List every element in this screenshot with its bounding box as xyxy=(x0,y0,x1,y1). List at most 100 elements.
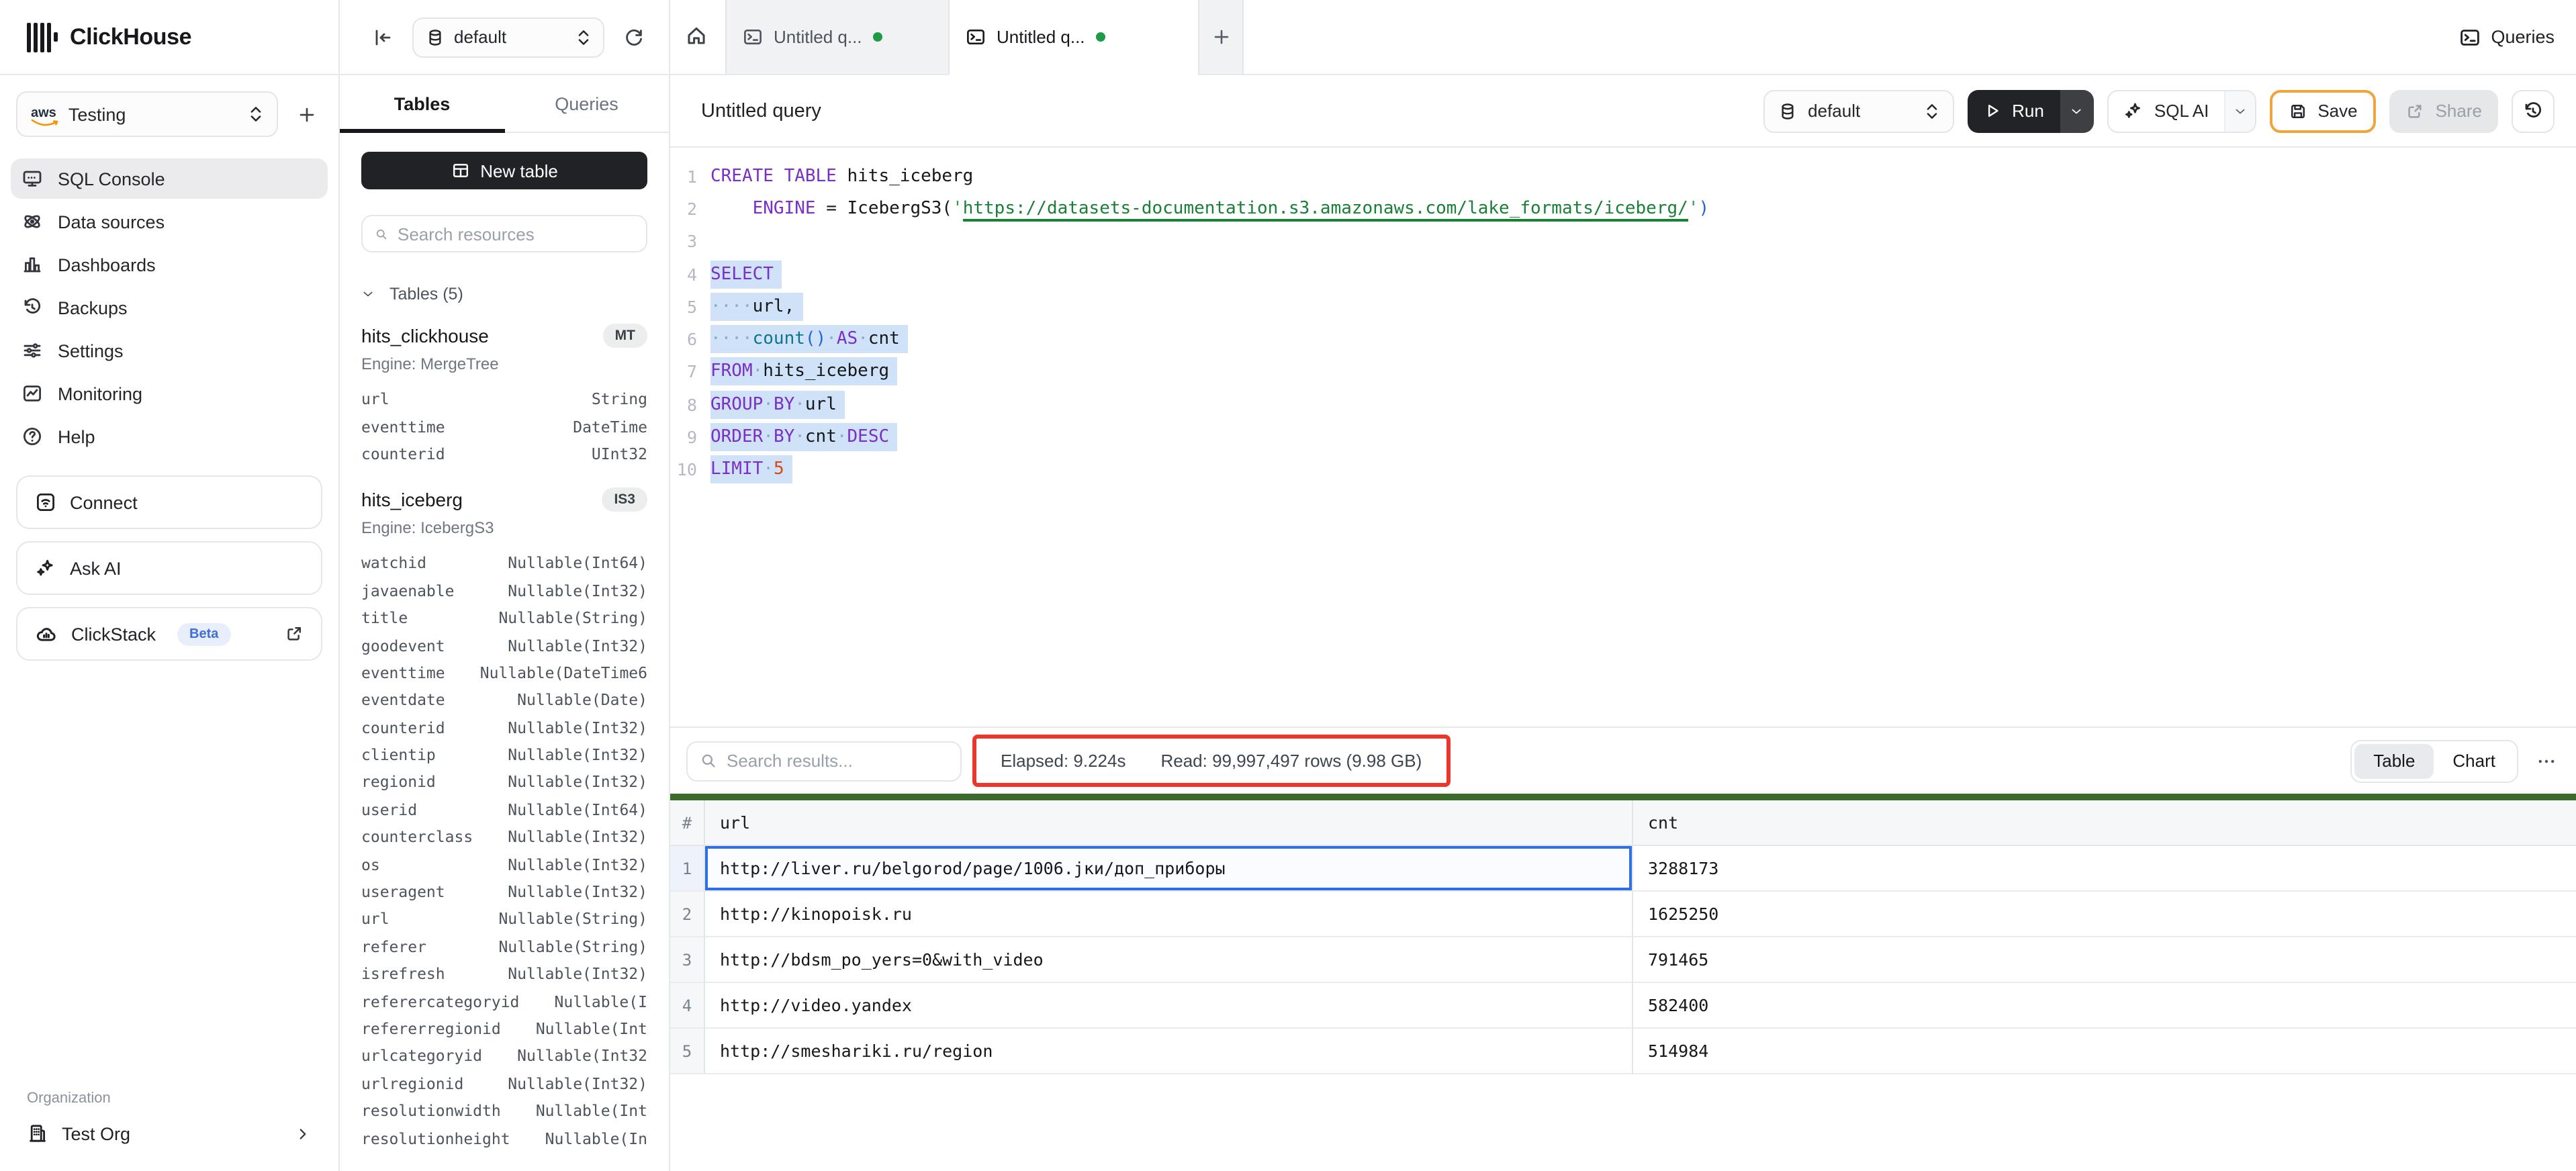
tab-tables[interactable]: Tables xyxy=(340,75,504,132)
tab-untitled-query-2[interactable]: Untitled q... xyxy=(948,0,1198,75)
refresh-icon[interactable] xyxy=(618,21,650,53)
sidebar-item-settings[interactable]: Settings xyxy=(11,330,328,371)
collapse-sidebar-icon[interactable] xyxy=(367,21,399,53)
tables-section-header[interactable]: Tables (5) xyxy=(361,285,647,303)
engine-badge: MT xyxy=(603,324,647,348)
search-resources-input[interactable] xyxy=(398,224,634,244)
cell-url[interactable]: http://liver.ru/belgorod/page/1006.jки/д… xyxy=(705,846,1633,892)
sql-editor[interactable]: 1CREATE TABLE hits_iceberg2 ENGINE = Ice… xyxy=(670,148,2576,727)
queries-button[interactable]: Queries xyxy=(2458,0,2555,74)
cell-cnt[interactable]: 514984 xyxy=(1633,1029,2576,1074)
organization-label: Organization xyxy=(27,1090,312,1107)
query-database-selector[interactable]: default xyxy=(1763,89,1954,132)
add-workspace-button[interactable] xyxy=(291,99,322,130)
chevron-right-icon xyxy=(294,1125,312,1142)
cell-cnt[interactable]: 582400 xyxy=(1633,983,2576,1029)
resource-table[interactable]: hits_icebergIS3Engine: IcebergS3watchidN… xyxy=(361,487,647,1152)
table-name[interactable]: hits_iceberg xyxy=(361,489,463,510)
cell-cnt[interactable]: 3288173 xyxy=(1633,846,2576,892)
results-resize-bar[interactable] xyxy=(670,794,2576,800)
column-row: watchidNullable(Int64) xyxy=(361,549,647,577)
ask-ai-button[interactable]: Ask AI xyxy=(16,541,322,595)
save-button[interactable]: Save xyxy=(2269,89,2376,132)
table-icon xyxy=(451,161,469,180)
column-row: javaenableNullable(Int32) xyxy=(361,577,647,604)
search-resources[interactable] xyxy=(361,215,647,252)
column-row: isrefreshNullable(Int32) xyxy=(361,960,647,988)
sparkles-icon xyxy=(2123,101,2144,121)
editor-line: 9ORDER·BY·cnt·DESC xyxy=(670,421,2576,454)
toggle-chart[interactable]: Chart xyxy=(2434,743,2514,778)
column-row: urlregionidNullable(Int32) xyxy=(361,1070,647,1097)
cell-cnt[interactable]: 1625250 xyxy=(1633,892,2576,937)
workspace-selector[interactable]: aws Testing xyxy=(16,91,278,137)
resource-table[interactable]: hits_clickhouseMTEngine: MergeTreeurlStr… xyxy=(361,324,647,467)
sidebar-item-data-sources[interactable]: Data sources xyxy=(11,201,328,242)
row-index: 1 xyxy=(670,846,705,892)
tab-queries[interactable]: Queries xyxy=(504,75,669,132)
cell-url[interactable]: http://kinopoisk.ru xyxy=(705,892,1633,937)
query-history-button[interactable] xyxy=(2512,89,2555,132)
run-button[interactable]: Run xyxy=(1968,89,2094,132)
new-tab-button[interactable] xyxy=(1198,0,1244,75)
settings-icon xyxy=(21,340,43,361)
cell-cnt[interactable]: 791465 xyxy=(1633,937,2576,983)
table-row[interactable]: 3http://bdsm_po_yers=0&with_video791465 xyxy=(670,937,2576,983)
read-stat: Read: 99,997,497 rows (9.98 GB) xyxy=(1160,751,1422,771)
new-table-button[interactable]: New table xyxy=(361,152,647,189)
search-icon xyxy=(700,752,717,769)
share-label: Share xyxy=(2436,101,2482,121)
row-index: 2 xyxy=(670,892,705,937)
row-index: 3 xyxy=(670,937,705,983)
column-row: counterclassNullable(Int32) xyxy=(361,823,647,851)
table-row[interactable]: 2http://kinopoisk.ru1625250 xyxy=(670,892,2576,937)
sidebar-item-label: Settings xyxy=(58,340,124,361)
toggle-table[interactable]: Table xyxy=(2354,743,2434,778)
column-header-index[interactable]: # xyxy=(670,800,705,846)
database-selector[interactable]: default xyxy=(412,17,604,57)
cell-url[interactable]: http://smeshariki.ru/region xyxy=(705,1029,1633,1074)
table-row[interactable]: 4http://video.yandex582400 xyxy=(670,983,2576,1029)
query-title[interactable]: Untitled query xyxy=(701,100,821,122)
search-results-input[interactable] xyxy=(727,751,948,771)
search-results[interactable] xyxy=(686,741,962,781)
column-row: titleNullable(String) xyxy=(361,604,647,632)
column-row: useridNullable(Int64) xyxy=(361,796,647,823)
column-header-url[interactable]: url xyxy=(705,800,1633,846)
sidebar-item-sql-console[interactable]: SQL Console xyxy=(11,158,328,199)
cell-url[interactable]: http://bdsm_po_yers=0&with_video xyxy=(705,937,1633,983)
backups-icon xyxy=(21,297,43,318)
editor-line: 4SELECT xyxy=(670,258,2576,291)
share-button[interactable]: Share xyxy=(2390,89,2498,132)
table-row[interactable]: 5http://smeshariki.ru/region514984 xyxy=(670,1029,2576,1074)
logo-zone: ClickHouse DT xyxy=(0,0,340,74)
tab-untitled-query-1[interactable]: Untitled q... xyxy=(725,0,948,75)
table-name[interactable]: hits_clickhouse xyxy=(361,325,489,346)
line-number: 4 xyxy=(670,264,710,284)
connect-button[interactable]: Connect xyxy=(16,475,322,529)
run-options-caret[interactable] xyxy=(2060,89,2094,132)
organization-selector[interactable]: Test Org xyxy=(27,1123,312,1144)
column-row: eventtimeDateTime xyxy=(361,413,647,440)
cell-url[interactable]: http://video.yandex xyxy=(705,983,1633,1029)
clickstack-cloud-icon xyxy=(35,622,58,645)
sidebar-item-backups[interactable]: Backups xyxy=(11,287,328,328)
sql-ai-caret[interactable] xyxy=(2223,91,2254,131)
home-icon[interactable] xyxy=(680,19,713,52)
history-icon xyxy=(2522,100,2544,122)
more-options-icon[interactable] xyxy=(2536,750,2557,771)
column-row: refererregionidNullable(Int xyxy=(361,1015,647,1043)
sidebar-item-dashboards[interactable]: Dashboards xyxy=(11,244,328,285)
sidebar-item-monitoring[interactable]: Monitoring xyxy=(11,373,328,414)
sidebar-item-help[interactable]: Help xyxy=(11,416,328,457)
clickstack-label: ClickStack xyxy=(71,624,156,644)
save-icon xyxy=(2288,101,2307,120)
column-row: eventdateNullable(Date) xyxy=(361,686,647,714)
column-header-cnt[interactable]: cnt xyxy=(1633,800,2576,846)
line-number: 10 xyxy=(670,460,710,480)
table-row[interactable]: 1http://liver.ru/belgorod/page/1006.jки/… xyxy=(670,846,2576,892)
line-number: 3 xyxy=(670,231,710,251)
sql-ai-button[interactable]: SQL AI xyxy=(2107,89,2256,132)
clickstack-button[interactable]: ClickStack Beta xyxy=(16,607,322,661)
engine-label: Engine: IcebergS3 xyxy=(361,518,647,537)
